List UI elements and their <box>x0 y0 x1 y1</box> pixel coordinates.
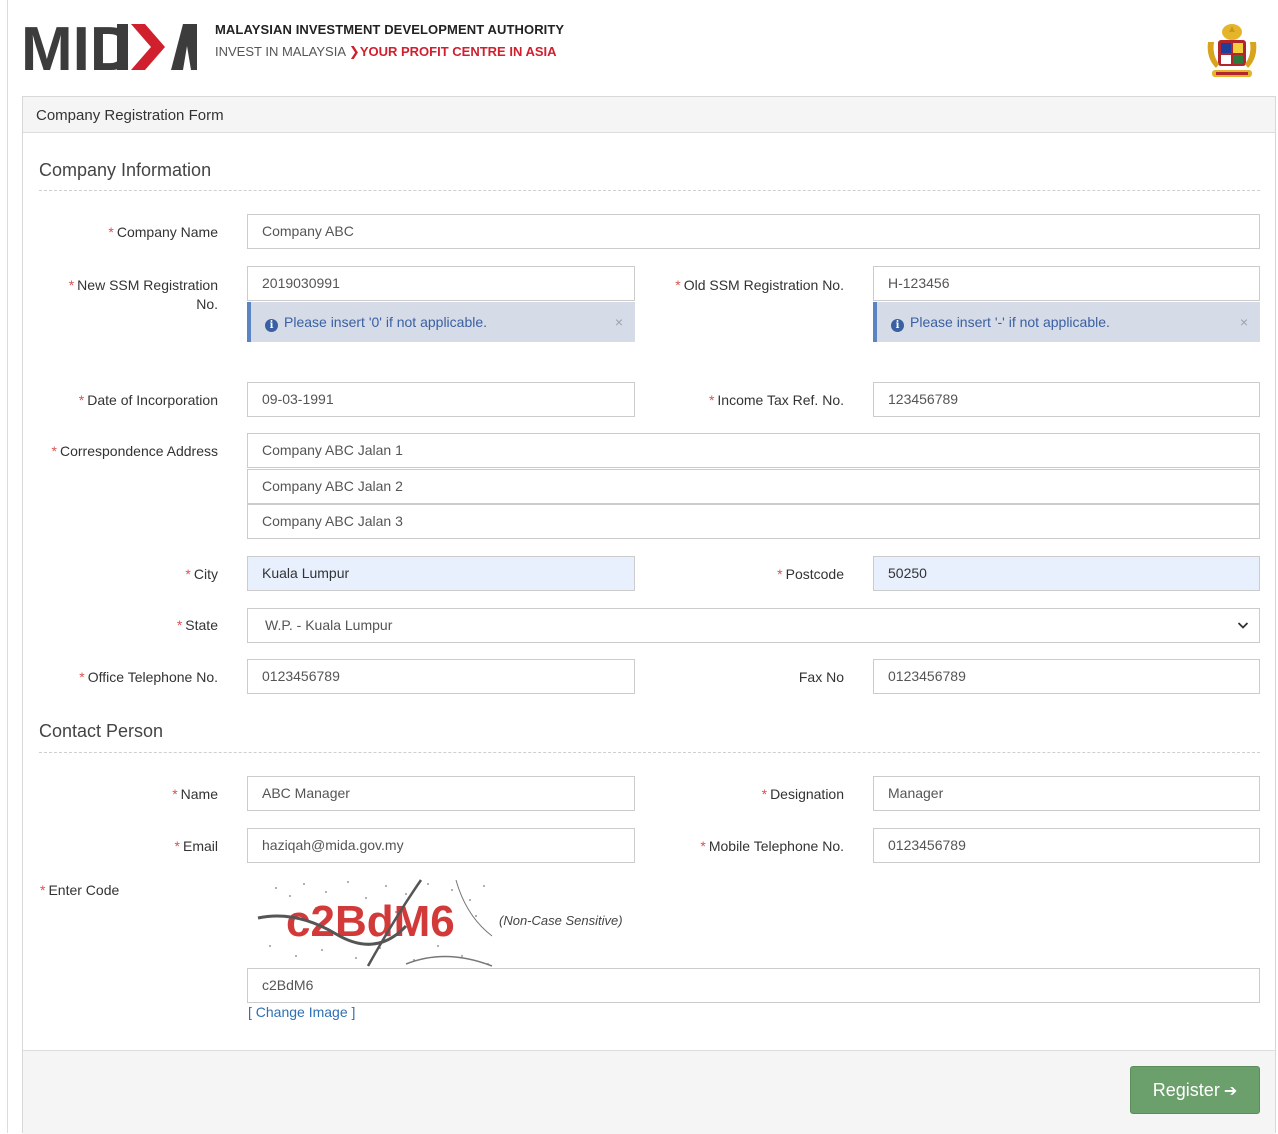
required-marker: * <box>79 669 85 685</box>
close-icon[interactable]: × <box>615 302 623 342</box>
required-marker: * <box>777 566 783 582</box>
contact-name-label: * Name <box>172 785 218 804</box>
income-tax-label: * Income Tax Ref. No. <box>709 391 844 410</box>
arrow-right-icon: ➔ <box>1223 1083 1238 1100</box>
required-marker: * <box>172 786 178 802</box>
office-telephone-input[interactable]: 0123456789 <box>247 659 635 694</box>
required-marker: * <box>185 566 191 582</box>
register-button[interactable]: Register ➔ <box>1130 1066 1260 1114</box>
required-marker: * <box>708 392 715 408</box>
contact-name-label-text: Name <box>180 786 218 802</box>
mida-logo-graphic: MIDA <box>21 15 197 84</box>
old-ssm-help-text: Please insert '-' if not applicable. <box>910 314 1110 330</box>
captcha-image: c2BdM6 <box>256 876 498 973</box>
mobile-telephone-label-text: Mobile Telephone No. <box>708 838 844 854</box>
new-ssm-label-line2: No. <box>196 296 218 312</box>
captcha-input[interactable]: c2BdM6 <box>247 968 1260 1003</box>
date-of-incorporation-label: * Date of Incorporation <box>79 391 218 410</box>
city-input[interactable]: Kuala Lumpur <box>247 556 635 591</box>
correspondence-address-label: * Correspondence Address <box>52 442 218 461</box>
required-marker: * <box>40 882 46 898</box>
new-ssm-help-text: Please insert '0' if not applicable. <box>284 314 488 330</box>
tagline-left: INVEST IN MALAYSIA <box>215 44 346 59</box>
state-select[interactable]: W.P. - Kuala Lumpur <box>247 608 1260 643</box>
income-tax-input[interactable]: 123456789 <box>873 382 1260 417</box>
designation-label: * Designation <box>762 785 844 804</box>
required-marker: * <box>761 786 768 802</box>
section-divider <box>39 752 1260 753</box>
old-ssm-input[interactable]: H-123456 <box>873 266 1260 301</box>
new-ssm-help-alert: i Please insert '0' if not applicable. × <box>247 302 635 342</box>
city-label: * City <box>185 565 218 584</box>
contact-name-input[interactable]: ABC Manager <box>247 776 635 811</box>
state-label-text: State <box>185 617 218 633</box>
old-ssm-label: * Old SSM Registration No. <box>675 276 844 295</box>
required-marker: * <box>700 838 706 854</box>
fax-label: Fax No <box>798 669 844 685</box>
office-telephone-label-text: Office Telephone No. <box>87 669 218 685</box>
office-telephone-label: * Office Telephone No. <box>79 668 218 687</box>
designation-input[interactable]: Manager <box>873 776 1260 811</box>
close-icon[interactable]: × <box>1240 302 1248 342</box>
company-name-label-text: Company Name <box>116 224 218 240</box>
register-button-label: Register <box>1152 1080 1220 1100</box>
required-marker: * <box>176 617 183 633</box>
old-ssm-help-alert: i Please insert '-' if not applicable. × <box>873 302 1260 342</box>
panel-header: Company Registration Form <box>23 97 1275 133</box>
enter-code-label: * Enter Code <box>40 881 119 900</box>
info-circle-icon: i <box>265 319 278 332</box>
site-header: MIDA MALAYSIAN INVESTMENT DEVELOPMENT AU… <box>0 0 1278 96</box>
company-name-label: * Company Name <box>108 223 218 242</box>
mobile-telephone-input[interactable]: 0123456789 <box>873 828 1260 863</box>
old-ssm-label-text: Old SSM Registration No. <box>683 277 844 293</box>
new-ssm-label-line1: New SSM Registration <box>77 277 218 293</box>
change-image-link[interactable]: [ Change Image ] <box>248 1004 355 1020</box>
state-label: * State <box>177 616 218 635</box>
required-marker: * <box>51 443 57 459</box>
postcode-label-text: Postcode <box>785 566 844 582</box>
section-contact-person: Contact Person <box>39 721 164 741</box>
postcode-label: * Postcode <box>777 565 844 584</box>
income-tax-label-text: Income Tax Ref. No. <box>717 392 844 408</box>
required-marker: * <box>675 277 681 293</box>
chevron-down-icon <box>1237 609 1249 654</box>
address-line-1-input[interactable]: Company ABC Jalan 1 <box>247 433 1260 468</box>
company-name-input[interactable]: Company ABC <box>247 214 1260 249</box>
city-label-text: City <box>193 566 218 582</box>
section-divider <box>39 190 1260 191</box>
email-label-text: Email <box>182 838 218 854</box>
email-input[interactable]: haziqah@mida.gov.my <box>247 828 635 863</box>
email-label: * Email <box>175 837 218 856</box>
state-select-value: W.P. - Kuala Lumpur <box>265 617 393 633</box>
tagline-right: YOUR PROFIT CENTRE IN ASIA <box>359 44 557 59</box>
correspondence-address-label-text: Correspondence Address <box>60 443 218 459</box>
address-line-3-input[interactable]: Company ABC Jalan 3 <box>247 504 1260 539</box>
designation-label-text: Designation <box>770 786 844 802</box>
org-tagline: INVEST IN MALAYSIA ❯YOUR PROFIT CENTRE I… <box>215 44 557 60</box>
required-marker: * <box>68 277 75 293</box>
date-of-incorporation-input[interactable]: 09-03-1991 <box>247 382 635 417</box>
page-frame-border <box>7 0 8 1133</box>
logo-d-stem <box>117 24 128 70</box>
enter-code-label-text: Enter Code <box>48 882 120 898</box>
form-title: Company Registration Form <box>36 107 224 124</box>
postcode-input[interactable]: 50250 <box>873 556 1260 591</box>
info-circle-icon: i <box>891 319 904 332</box>
required-marker: * <box>174 838 180 854</box>
section-company-information: Company Information <box>39 160 212 180</box>
panel-footer <box>23 1050 1275 1134</box>
new-ssm-label: * New SSM Registration No. <box>69 276 218 314</box>
malaysia-coat-of-arms-icon <box>1204 22 1260 87</box>
address-line-2-input[interactable]: Company ABC Jalan 2 <box>247 469 1260 504</box>
tagline-chevron-icon: ❯ <box>348 44 360 59</box>
mida-logo: MIDA <box>21 15 197 84</box>
captcha-hint: (Non-Case Sensitive) <box>499 913 623 928</box>
date-of-incorporation-label-text: Date of Incorporation <box>87 392 218 408</box>
mobile-telephone-label: * Mobile Telephone No. <box>700 837 844 856</box>
new-ssm-input[interactable]: 2019030991 <box>247 266 635 301</box>
fax-input[interactable]: 0123456789 <box>873 659 1260 694</box>
org-name: MALAYSIAN INVESTMENT DEVELOPMENT AUTHORI… <box>215 22 565 37</box>
required-marker: * <box>108 224 114 240</box>
required-marker: * <box>78 392 85 408</box>
